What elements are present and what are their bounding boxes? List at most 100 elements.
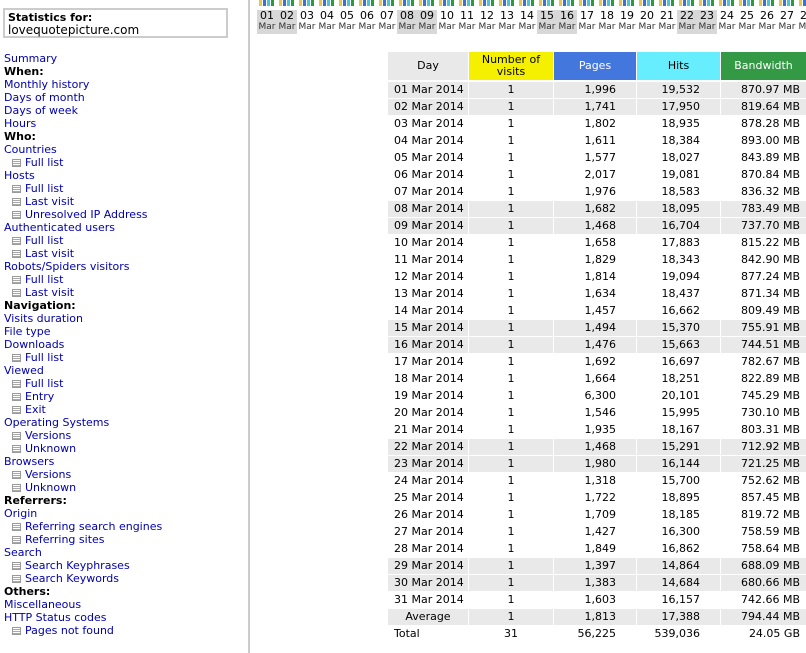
graph-day-number: 04 bbox=[320, 9, 334, 22]
menu-robots-full-list[interactable]: Full list bbox=[4, 273, 244, 286]
menu-origin[interactable]: Origin bbox=[4, 507, 244, 520]
cell-visits: 1 bbox=[469, 303, 553, 319]
menu-monthly-history[interactable]: Monthly history bbox=[4, 78, 244, 91]
table-row: 13 Mar 2014 1 1,634 18,437 871.34 MB bbox=[386, 286, 806, 303]
menu-os-versions[interactable]: Versions bbox=[4, 429, 244, 442]
menu-viewed-exit[interactable]: Exit bbox=[4, 403, 244, 416]
menu-browsers[interactable]: Browsers bbox=[4, 455, 244, 468]
submenu-list-icon bbox=[12, 523, 21, 531]
menu-item-label: Downloads bbox=[4, 338, 65, 351]
cell-visits: 1 bbox=[469, 252, 553, 268]
menu-browsers-versions[interactable]: Versions bbox=[4, 468, 244, 481]
menu-hosts-unresolved-ip[interactable]: Unresolved IP Address bbox=[4, 208, 244, 221]
bar-segment bbox=[547, 0, 550, 6]
menu-authenticated-users[interactable]: Authenticated users bbox=[4, 221, 244, 234]
cell-hits: 15,370 bbox=[637, 320, 720, 336]
menu-countries[interactable]: Countries bbox=[4, 143, 244, 156]
menu-search-keyphrases[interactable]: Search Keyphrases bbox=[4, 559, 244, 572]
graph-date-label: 24 Mar bbox=[717, 10, 737, 34]
menu-robots-last-visit[interactable]: Last visit bbox=[4, 286, 244, 299]
cell-pages: 1,829 bbox=[554, 252, 636, 268]
table-row: 23 Mar 2014 1 1,980 16,144 721.25 MB bbox=[386, 456, 806, 473]
menu-item-label: When: bbox=[4, 65, 44, 78]
cell-pages: 1,682 bbox=[554, 201, 636, 217]
menu-search[interactable]: Search bbox=[4, 546, 244, 559]
graph-day-number: 24 bbox=[720, 9, 734, 22]
day-bar-group bbox=[297, 0, 317, 6]
menu-days-of-week[interactable]: Days of week bbox=[4, 104, 244, 117]
menu-pages-not-found[interactable]: Pages not found bbox=[4, 624, 244, 637]
daily-stats-table: Day Number of visits Pages Hits Bandwidt… bbox=[386, 52, 806, 643]
graph-day-number: 11 bbox=[460, 9, 474, 22]
graph-month-label: Mar bbox=[258, 22, 276, 32]
menu-hosts-full-list[interactable]: Full list bbox=[4, 182, 244, 195]
cell-pages: 1,468 bbox=[554, 218, 636, 234]
day-bar-group bbox=[337, 0, 357, 6]
bar-segment bbox=[511, 0, 514, 6]
menu-browsers-unknown[interactable]: Unknown bbox=[4, 481, 244, 494]
menu-hosts[interactable]: Hosts bbox=[4, 169, 244, 182]
cell-hits: 17,950 bbox=[637, 99, 720, 115]
cell-hits: 18,583 bbox=[637, 184, 720, 200]
menu-users-full-list[interactable]: Full list bbox=[4, 234, 244, 247]
bar-segment bbox=[567, 0, 570, 6]
bar-segment bbox=[591, 0, 594, 6]
menu-days-of-month[interactable]: Days of month bbox=[4, 91, 244, 104]
bar-segment bbox=[479, 0, 482, 6]
menu-item-label: Browsers bbox=[4, 455, 55, 468]
graph-day-number: 16 bbox=[560, 9, 574, 22]
menu-miscellaneous[interactable]: Miscellaneous bbox=[4, 598, 244, 611]
bar-segment bbox=[519, 0, 522, 6]
bar-segment bbox=[563, 0, 566, 6]
bar-segment bbox=[263, 0, 266, 6]
cell-pages: 1,722 bbox=[554, 490, 636, 506]
menu-item-label: Last visit bbox=[25, 286, 75, 299]
menu-users-last-visit[interactable]: Last visit bbox=[4, 247, 244, 260]
bar-segment bbox=[259, 0, 262, 6]
menu-downloads[interactable]: Downloads bbox=[4, 338, 244, 351]
menu-item-label: Hosts bbox=[4, 169, 35, 182]
menu-hosts-last-visit[interactable]: Last visit bbox=[4, 195, 244, 208]
bar-segment bbox=[623, 0, 626, 6]
graph-date-label: 12 Mar bbox=[477, 10, 497, 34]
menu-list: Summary When: Monthly history Days of month… bbox=[4, 52, 244, 637]
graph-day-number: 09 bbox=[420, 9, 434, 22]
menu-visits-duration[interactable]: Visits duration bbox=[4, 312, 244, 325]
cell-pages: 1,976 bbox=[554, 184, 636, 200]
cell-day: 14 Mar 2014 bbox=[388, 303, 468, 319]
menu-viewed[interactable]: Viewed bbox=[4, 364, 244, 377]
menu-search-keywords[interactable]: Search Keywords bbox=[4, 572, 244, 585]
cell-bandwidth: 758.59 MB bbox=[721, 524, 806, 540]
graph-month-label: Mar bbox=[718, 22, 736, 32]
menu-hours[interactable]: Hours bbox=[4, 117, 244, 130]
menu-http-status-codes[interactable]: HTTP Status codes bbox=[4, 611, 244, 624]
bar-segment bbox=[751, 0, 754, 6]
menu-os-unknown[interactable]: Unknown bbox=[4, 442, 244, 455]
menu-summary[interactable]: Summary bbox=[4, 52, 244, 65]
menu-referring-search-engines[interactable]: Referring search engines bbox=[4, 520, 244, 533]
graph-date-label: 13 Mar bbox=[497, 10, 517, 34]
bar-segment bbox=[339, 0, 342, 6]
graph-day-number: 07 bbox=[380, 9, 394, 22]
graph-date-label: 14 Mar bbox=[517, 10, 537, 34]
day-bar-group bbox=[437, 0, 457, 6]
bar-segment bbox=[639, 0, 642, 6]
menu-countries-full-list[interactable]: Full list bbox=[4, 156, 244, 169]
menu-viewed-entry[interactable]: Entry bbox=[4, 390, 244, 403]
bar-segment bbox=[427, 0, 430, 6]
menu-robots[interactable]: Robots/Spiders visitors bbox=[4, 260, 244, 273]
menu-downloads-full-list[interactable]: Full list bbox=[4, 351, 244, 364]
cell-hits: 16,704 bbox=[637, 218, 720, 234]
bar-segment bbox=[323, 0, 326, 6]
cell-day: 17 Mar 2014 bbox=[388, 354, 468, 370]
cell-pages: 1,709 bbox=[554, 507, 636, 523]
menu-file-type[interactable]: File type bbox=[4, 325, 244, 338]
menu-item-label: Search Keywords bbox=[25, 572, 119, 585]
menu-referring-sites[interactable]: Referring sites bbox=[4, 533, 244, 546]
menu-operating-systems[interactable]: Operating Systems bbox=[4, 416, 244, 429]
cell-bandwidth: 742.66 MB bbox=[721, 592, 806, 608]
cell-pages: 1,813 bbox=[554, 609, 636, 625]
submenu-list-icon bbox=[12, 211, 21, 219]
menu-viewed-full-list[interactable]: Full list bbox=[4, 377, 244, 390]
cell-visits: 1 bbox=[469, 558, 553, 574]
